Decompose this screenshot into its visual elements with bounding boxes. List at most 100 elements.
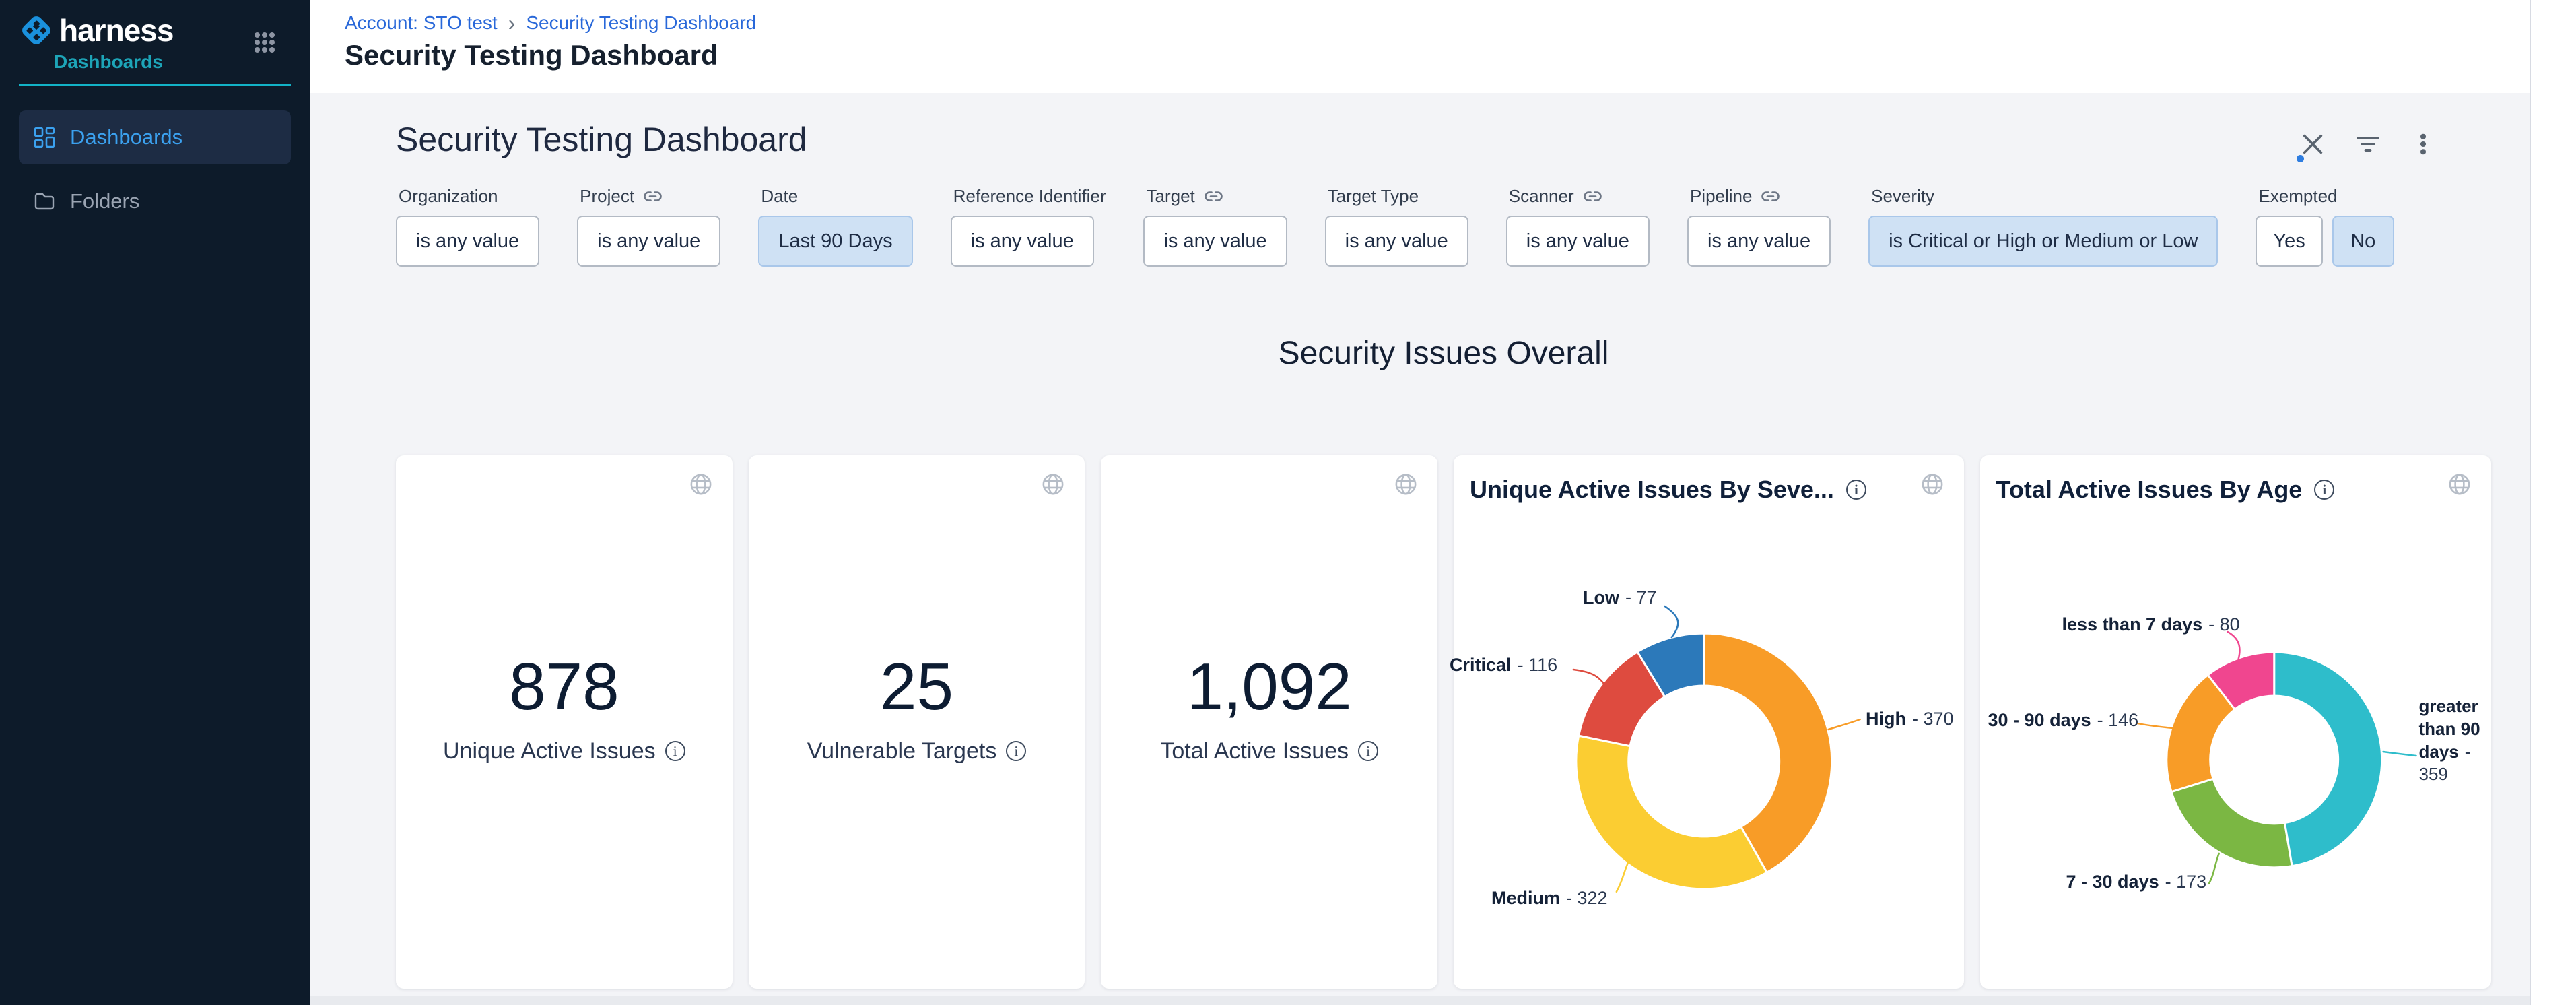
slice-label-critical: Critical- 116 xyxy=(1450,655,1557,676)
filter-severity: Severity is Critical or High or Medium o… xyxy=(1868,186,2218,267)
filter-label: Severity xyxy=(1871,186,1934,207)
slice-label-medium: Medium- 322 xyxy=(1491,888,1608,909)
leader-line-less-than-7-days xyxy=(2227,632,2239,659)
sidebar-item-dashboards[interactable]: Dashboards xyxy=(19,110,291,164)
filter-value-button[interactable]: is any value xyxy=(1143,216,1287,267)
dashboard-actions xyxy=(2301,132,2435,156)
dashboards-icon xyxy=(34,127,55,148)
dashboard-title: Security Testing Dashboard xyxy=(396,120,2491,159)
chart-card-issues-by-severity: Unique Active Issues By Seve... i xyxy=(1454,455,1964,989)
filter-label: Reference Identifier xyxy=(953,186,1106,207)
metric-value: 878 xyxy=(509,653,619,719)
section-title: Security Issues Overall xyxy=(396,334,2491,373)
metric-value: 1,092 xyxy=(1187,653,1352,719)
filter-scanner: Scanner is any value xyxy=(1506,186,1650,267)
globe-icon[interactable] xyxy=(2448,473,2471,496)
panel-content: Security Testing Dashboard Organization … xyxy=(310,93,2491,989)
globe-icon[interactable] xyxy=(1921,473,1944,496)
chart-title: Unique Active Issues By Seve... xyxy=(1470,476,1834,504)
filter-value-button[interactable]: is any value xyxy=(951,216,1094,267)
info-icon[interactable]: i xyxy=(1358,741,1378,761)
filter-reference-identifier: Reference Identifier is any value xyxy=(951,186,1106,267)
metric-label: Total Active Issues xyxy=(1160,738,1349,765)
info-icon[interactable]: i xyxy=(665,741,685,761)
slice-medium[interactable] xyxy=(1576,736,1767,889)
filter-value-button[interactable]: is any value xyxy=(396,216,539,267)
filter-value-button[interactable]: is any value xyxy=(1687,216,1831,267)
metric-value: 25 xyxy=(880,653,953,719)
dashboard-panel: Security Testing Dashboard Organization … xyxy=(310,93,2530,1005)
chart-title: Total Active Issues By Age xyxy=(1996,476,2303,504)
slice-7-30-days[interactable] xyxy=(2171,779,2292,868)
sidebar-item-folders[interactable]: Folders xyxy=(19,182,291,221)
close-icon[interactable] xyxy=(2301,132,2325,156)
leader-line-high xyxy=(1829,719,1860,730)
metric-card-vulnerable-targets: 25 Vulnerable Targets i xyxy=(749,455,1085,989)
breadcrumb-chevron-icon: › xyxy=(508,13,516,32)
chart-card-issues-by-age: Total Active Issues By Age i xyxy=(1980,455,2492,989)
filter-exempted: Exempted Yes No xyxy=(2256,186,2394,267)
metric-label: Vulnerable Targets xyxy=(807,738,997,765)
metric-body: 25 Vulnerable Targets i xyxy=(749,442,1085,975)
filter-value-button[interactable]: is any value xyxy=(577,216,720,267)
globe-icon[interactable] xyxy=(1394,473,1417,496)
filter-label: Target xyxy=(1146,186,1194,207)
sidebar-nav: Dashboards Folders xyxy=(0,110,310,221)
module-grid-icon[interactable] xyxy=(253,31,276,57)
slice-label-7-30-days: 7 - 30 days- 173 xyxy=(2066,872,2207,893)
link-icon xyxy=(1205,191,1223,202)
leader-line-medium xyxy=(1617,862,1629,892)
metric-body: 878 Unique Active Issues i xyxy=(396,442,733,975)
slice-label-30-90-days: 30 - 90 days- 146 xyxy=(1988,710,2139,731)
metric-card-unique-active-issues: 878 Unique Active Issues i xyxy=(396,455,733,989)
sidebar: harness Dashboards Dashboards xyxy=(0,0,310,1005)
slice-greater-than-90-days[interactable] xyxy=(2274,652,2381,866)
cards-row: 878 Unique Active Issues i xyxy=(396,455,2491,989)
harness-logo-icon xyxy=(19,13,54,48)
filter-project: Project is any value xyxy=(577,186,720,267)
filter-label: Target Type xyxy=(1328,186,1419,207)
filter-value-button[interactable]: is Critical or High or Medium or Low xyxy=(1868,216,2218,267)
exempted-yes-button[interactable]: Yes xyxy=(2256,216,2322,267)
filter-label: Organization xyxy=(399,186,498,207)
filter-value-button[interactable]: is any value xyxy=(1325,216,1468,267)
filter-label: Pipeline xyxy=(1690,186,1753,207)
page-header: Account: STO test › Security Testing Das… xyxy=(310,0,2576,93)
filters-row: Organization is any value Project is any… xyxy=(396,186,2491,267)
filter-pipeline: Pipeline is any value xyxy=(1687,186,1831,267)
info-icon[interactable]: i xyxy=(1006,741,1026,761)
breadcrumb-account-link[interactable]: Account: STO test xyxy=(345,12,498,34)
metric-body: 1,092 Total Active Issues i xyxy=(1101,442,1437,975)
main-area: Account: STO test › Security Testing Das… xyxy=(310,0,2576,1005)
filter-organization: Organization is any value xyxy=(396,186,539,267)
filter-target: Target is any value xyxy=(1143,186,1287,267)
filter-label: Exempted xyxy=(2258,186,2337,207)
globe-icon[interactable] xyxy=(689,473,712,496)
right-gutter xyxy=(2530,0,2576,1005)
slice-label-low: Low- 77 xyxy=(1583,587,1657,608)
info-icon[interactable]: i xyxy=(1846,480,1866,500)
exempted-no-button[interactable]: No xyxy=(2332,216,2394,267)
leader-line-low xyxy=(1665,606,1678,637)
info-icon[interactable]: i xyxy=(2314,480,2334,500)
cursor-dot xyxy=(2297,155,2304,162)
link-icon xyxy=(1761,191,1780,202)
slice-label-less-than-7-days: less than 7 days- 80 xyxy=(2062,614,2240,635)
link-icon xyxy=(644,191,662,202)
breadcrumb: Account: STO test › Security Testing Das… xyxy=(345,12,756,34)
globe-icon[interactable] xyxy=(1042,473,1064,496)
filter-label: Date xyxy=(761,186,798,207)
leader-line-7-30-days xyxy=(2208,853,2218,884)
breadcrumb-current-link[interactable]: Security Testing Dashboard xyxy=(526,12,756,34)
filter-value-button[interactable]: Last 90 Days xyxy=(758,216,912,267)
sidebar-item-label: Folders xyxy=(70,189,139,214)
logo-text: harness xyxy=(59,12,173,48)
kebab-menu-icon[interactable] xyxy=(2411,132,2435,156)
filter-label: Project xyxy=(580,186,634,207)
filter-value-button[interactable]: is any value xyxy=(1506,216,1650,267)
leader-line-greater-than-90-days xyxy=(2383,752,2416,756)
slice-label-high: High- 370 xyxy=(1866,709,1954,730)
folder-icon xyxy=(34,191,55,212)
filter-icon[interactable] xyxy=(2356,132,2380,156)
filter-date: Date Last 90 Days xyxy=(758,186,912,267)
